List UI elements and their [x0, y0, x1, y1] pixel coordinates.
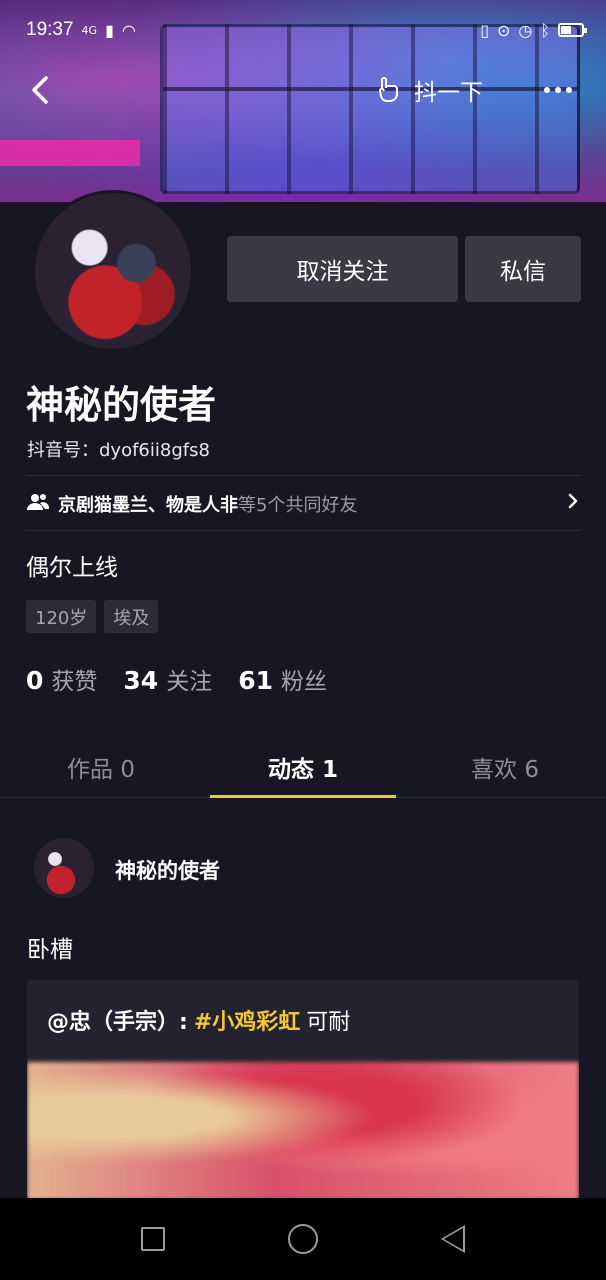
- banner-image-sign: [0, 140, 140, 166]
- message-button[interactable]: 私信: [465, 236, 581, 302]
- stat-followers-count: 61: [238, 666, 273, 695]
- system-nav-bar: [0, 1198, 606, 1280]
- stat-followers[interactable]: 61 粉丝: [238, 662, 327, 696]
- system-back-button[interactable]: [440, 1225, 465, 1253]
- tag-age: 120岁: [26, 600, 97, 633]
- douyin-id: 抖音号：dyof6ii8gfs8: [27, 440, 210, 461]
- status-time: 19:37: [26, 19, 74, 40]
- recent-apps-button[interactable]: [141, 1227, 166, 1251]
- tab-works[interactable]: 作品 0: [0, 736, 202, 797]
- top-nav: 抖一下: [0, 60, 606, 120]
- alarm-icon: ◷: [518, 20, 533, 40]
- battery-icon: [558, 23, 587, 37]
- stat-following-label: 关注: [166, 669, 213, 695]
- unfollow-button[interactable]: 取消关注: [227, 236, 458, 302]
- bluetooth-icon: ᛒ: [540, 20, 550, 40]
- stat-likes-label: 获赞: [51, 669, 98, 695]
- status-left: 19:37 4G ▮ ◠: [26, 19, 136, 41]
- profile-stats: 0 获赞 34 关注 61 粉丝: [26, 662, 327, 696]
- stat-followers-label: 粉丝: [281, 669, 327, 695]
- repost-user[interactable]: @忠（手宗）:: [47, 1004, 188, 1036]
- repost-video-thumbnail[interactable]: [27, 1062, 579, 1200]
- lock-icon: ⊙: [497, 20, 511, 40]
- repost-text: 可耐: [306, 1010, 351, 1035]
- wifi-icon: ◠: [121, 20, 136, 40]
- post-author-avatar[interactable]: [34, 838, 94, 898]
- home-button[interactable]: [287, 1224, 318, 1254]
- vibrate-icon: ▯: [480, 20, 490, 40]
- chevron-right-icon: [565, 491, 581, 517]
- hand-pointer-icon: [379, 77, 398, 103]
- repost-hashtag[interactable]: #小鸡彩虹: [194, 1004, 300, 1036]
- signal-icon: ▮: [105, 20, 114, 40]
- shake-button[interactable]: 抖一下: [372, 72, 483, 108]
- more-button[interactable]: [538, 70, 578, 110]
- mutual-friends-names: 京剧猫墨兰、物是人非: [58, 495, 238, 516]
- profile-nickname: 神秘的使者: [26, 383, 217, 427]
- divider: [26, 530, 581, 531]
- more-icon: [544, 87, 572, 93]
- mutual-friends-count: 等5个共同好友: [238, 495, 358, 516]
- post-text: 卧槽: [27, 937, 73, 963]
- chevron-left-icon: [32, 76, 48, 104]
- stat-likes-count: 0: [26, 666, 44, 695]
- status-right: ▯ ⊙ ◷ ᛒ: [480, 20, 587, 40]
- stat-following[interactable]: 34 关注: [123, 662, 212, 696]
- profile-tags: 120岁 埃及: [26, 600, 159, 633]
- repost-caption: @忠（手宗）: #小鸡彩虹 可耐: [47, 1004, 350, 1036]
- stat-following-count: 34: [123, 666, 159, 695]
- tab-activity[interactable]: 动态 1: [202, 736, 404, 798]
- repost-card[interactable]: @忠（手宗）: #小鸡彩虹 可耐: [27, 980, 579, 1200]
- profile-tabs: 作品 0 动态 1 喜欢 6: [0, 736, 606, 798]
- profile-bio: 偶尔上线: [26, 555, 118, 581]
- tag-location: 埃及: [104, 600, 159, 633]
- post-author-name[interactable]: 神秘的使者: [115, 855, 220, 885]
- tab-likes[interactable]: 喜欢 6: [404, 736, 606, 797]
- mutual-friends-row[interactable]: 京剧猫墨兰、物是人非 等5个共同好友: [26, 478, 581, 530]
- divider: [26, 475, 581, 476]
- profile-avatar[interactable]: [32, 190, 194, 352]
- back-button[interactable]: [22, 70, 62, 110]
- status-bar: 19:37 4G ▮ ◠ ▯ ⊙ ◷ ᛒ: [0, 0, 606, 60]
- people-icon: [26, 492, 58, 517]
- network-label: 4G: [81, 23, 98, 37]
- shake-label: 抖一下: [414, 80, 483, 106]
- stat-likes[interactable]: 0 获赞: [26, 662, 97, 696]
